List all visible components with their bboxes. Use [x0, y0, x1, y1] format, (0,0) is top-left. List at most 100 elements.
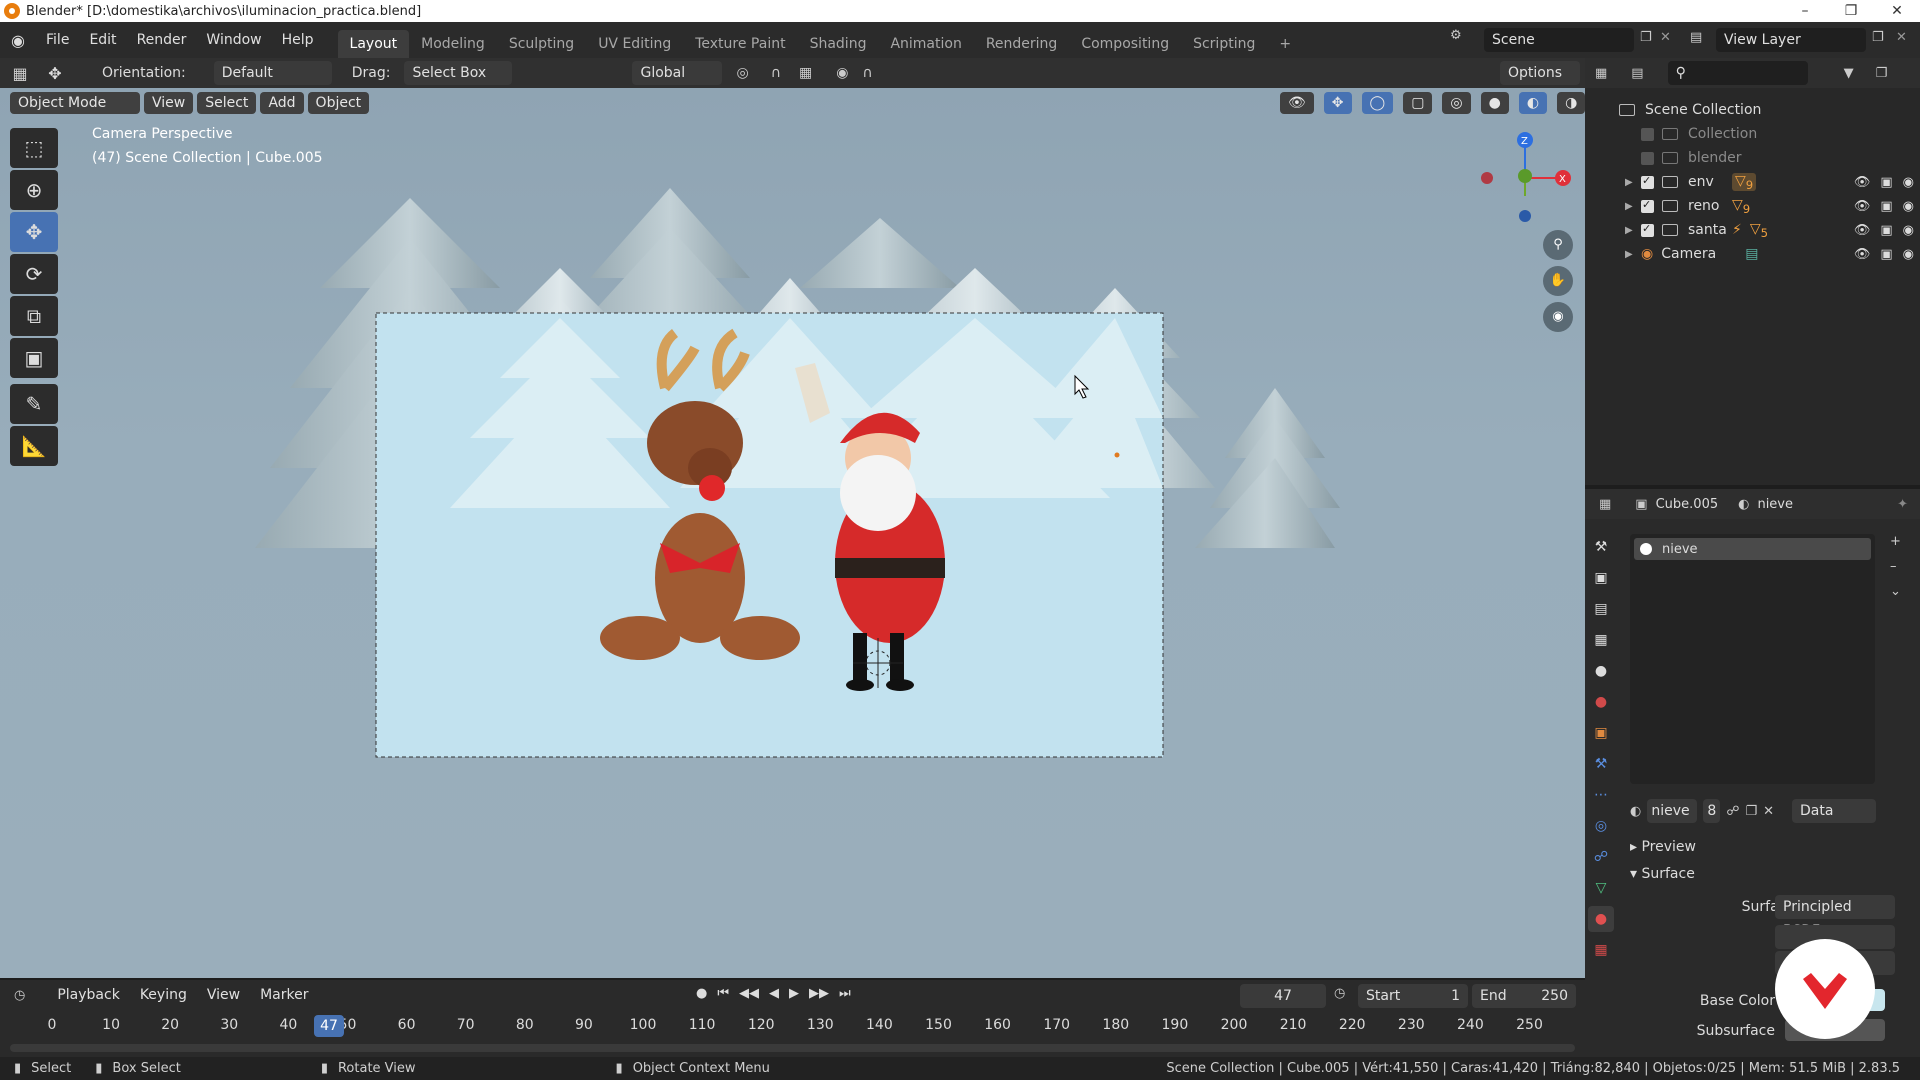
timeline-scrollbar[interactable]: [10, 1044, 1575, 1052]
duplicate-material-icon[interactable]: ❐: [1745, 804, 1757, 819]
monitor-icon[interactable]: ▣: [1880, 223, 1892, 238]
play-reverse-icon[interactable]: ◀: [769, 986, 779, 1001]
playhead[interactable]: 47: [314, 1015, 344, 1037]
menu-window[interactable]: Window: [196, 22, 271, 58]
scale-icon[interactable]: ⧉: [10, 296, 58, 336]
slot-menu-icon[interactable]: ⌄: [1890, 584, 1901, 599]
play-icon[interactable]: ▶: [789, 986, 799, 1001]
proportional-edit-icon[interactable]: ◉: [836, 65, 848, 81]
scene-icon[interactable]: ⚙: [1450, 28, 1462, 43]
object-menu[interactable]: Object: [307, 92, 370, 114]
cursor-icon[interactable]: ⊕: [10, 170, 58, 210]
constraints-tab-icon[interactable]: ☍: [1588, 844, 1614, 870]
delete-scene-icon[interactable]: ✕: [1660, 30, 1671, 45]
render-camera-icon[interactable]: ◉: [1903, 223, 1914, 238]
users-count[interactable]: 8: [1703, 799, 1721, 823]
santa-checkbox[interactable]: [1641, 222, 1654, 237]
scene-tab-icon[interactable]: ●: [1588, 658, 1614, 684]
record-icon[interactable]: ●: [696, 986, 707, 1001]
world-tab-icon[interactable]: ●: [1588, 689, 1614, 715]
snap-target-icon[interactable]: ▦: [799, 65, 812, 81]
tab-sculpting[interactable]: Sculpting: [497, 30, 586, 58]
new-collection-icon[interactable]: ❐: [1876, 66, 1888, 81]
view-layer-tab-icon[interactable]: ▦: [1588, 627, 1614, 653]
reno-checkbox[interactable]: [1641, 198, 1654, 213]
view-layer-icon[interactable]: ▤: [1690, 30, 1702, 45]
add-menu[interactable]: Add: [260, 92, 304, 114]
overlays-icon[interactable]: ◯: [1361, 92, 1394, 114]
tab-animation[interactable]: Animation: [878, 30, 973, 58]
tab-shading[interactable]: Shading: [798, 30, 879, 58]
add-workspace-icon[interactable]: +: [1267, 30, 1303, 58]
solid-shading-icon[interactable]: ●: [1480, 92, 1509, 114]
transform-icon[interactable]: ▣: [10, 338, 58, 378]
object-mode-dropdown[interactable]: Object Mode: [10, 92, 140, 114]
tab-uv-editing[interactable]: UV Editing: [586, 30, 683, 58]
drag-dropdown[interactable]: Select Box: [404, 61, 513, 85]
select-menu[interactable]: Select: [197, 92, 257, 114]
marker-menu[interactable]: Marker: [250, 980, 318, 1010]
move-tool-icon[interactable]: ✥: [40, 64, 70, 83]
view-menu[interactable]: View: [144, 92, 194, 114]
eye-icon[interactable]: 👁: [1854, 175, 1871, 190]
unlink-material-icon[interactable]: ✕: [1763, 804, 1774, 819]
surface-shader-dropdown[interactable]: Principled BSDF: [1775, 895, 1895, 939]
texture-tab-icon[interactable]: ▦: [1588, 937, 1614, 963]
new-view-layer-icon[interactable]: ❐: [1872, 30, 1884, 45]
eye-icon[interactable]: 👁: [1854, 199, 1871, 214]
expand-icon[interactable]: ▶: [1625, 249, 1641, 260]
render-camera-icon[interactable]: ◉: [1903, 247, 1914, 262]
outliner-item-camera[interactable]: Camera: [1661, 246, 1745, 262]
preview-panel-header[interactable]: ▸ Preview: [1630, 839, 1696, 855]
properties-editor-icon[interactable]: ▦: [1599, 497, 1611, 512]
modifier-tab-icon[interactable]: ⚒: [1588, 751, 1614, 777]
timeline-editor-icon[interactable]: ◷: [14, 988, 25, 1003]
outliner-search-input[interactable]: ⚲: [1667, 61, 1808, 85]
outliner-item-blender[interactable]: blender: [1688, 150, 1742, 166]
menu-edit[interactable]: Edit: [79, 22, 126, 58]
fake-user-icon[interactable]: ☍: [1726, 804, 1739, 819]
env-checkbox[interactable]: [1641, 174, 1654, 189]
view-menu-timeline[interactable]: View: [197, 980, 250, 1010]
stopwatch-icon[interactable]: ◷: [1334, 986, 1345, 1001]
visibility-icon[interactable]: 👁: [1280, 92, 1314, 114]
material-shading-icon[interactable]: ◐: [1518, 92, 1548, 114]
camera-view-icon[interactable]: ◉: [1543, 302, 1573, 332]
gizmo-toggle-icon[interactable]: ✥: [1323, 92, 1352, 114]
monitor-icon[interactable]: ▣: [1880, 175, 1892, 190]
physics-tab-icon[interactable]: ◎: [1588, 813, 1614, 839]
jump-start-icon[interactable]: ⏮: [717, 986, 729, 1001]
move-icon[interactable]: ✥: [10, 212, 58, 252]
delete-view-layer-icon[interactable]: ✕: [1896, 30, 1907, 45]
render-tab-icon[interactable]: ▣: [1588, 565, 1614, 591]
eye-icon[interactable]: 👁: [1854, 247, 1871, 262]
orientation-dropdown[interactable]: Default: [213, 61, 332, 85]
snap-icon[interactable]: ∩: [771, 65, 781, 81]
zoom-icon[interactable]: ⚲: [1543, 230, 1573, 260]
expand-icon[interactable]: ▶: [1625, 201, 1641, 212]
scene-field[interactable]: Scene: [1484, 28, 1634, 52]
material-slots-list[interactable]: nieve: [1630, 534, 1875, 784]
tab-modeling[interactable]: Modeling: [409, 30, 497, 58]
render-camera-icon[interactable]: ◉: [1903, 175, 1914, 190]
falloff-icon[interactable]: ∩: [862, 65, 872, 81]
surface-panel-header[interactable]: ▾ Surface: [1630, 866, 1695, 882]
prev-keyframe-icon[interactable]: ◀◀: [739, 986, 759, 1001]
menu-file[interactable]: File: [36, 22, 79, 58]
outliner-item-collection[interactable]: Collection: [1688, 126, 1757, 142]
outliner-root[interactable]: Scene Collection: [1645, 102, 1761, 118]
tab-compositing[interactable]: Compositing: [1069, 30, 1181, 58]
menu-help[interactable]: Help: [272, 22, 324, 58]
transform-orientation-dropdown[interactable]: Global: [632, 61, 723, 85]
jump-end-icon[interactable]: ⏭: [839, 986, 851, 1001]
material-name-field[interactable]: nieve: [1647, 799, 1698, 823]
playback-menu[interactable]: Playback: [47, 980, 129, 1010]
add-slot-icon[interactable]: +: [1890, 534, 1901, 549]
output-tab-icon[interactable]: ▤: [1588, 596, 1614, 622]
particles-tab-icon[interactable]: ⋯: [1588, 782, 1614, 808]
tab-rendering[interactable]: Rendering: [974, 30, 1070, 58]
rendered-shading-icon[interactable]: ◑: [1557, 92, 1586, 114]
expand-icon[interactable]: ▶: [1625, 225, 1641, 236]
minimize-button[interactable]: –: [1782, 0, 1828, 22]
browse-material-icon[interactable]: ◐: [1630, 804, 1641, 819]
